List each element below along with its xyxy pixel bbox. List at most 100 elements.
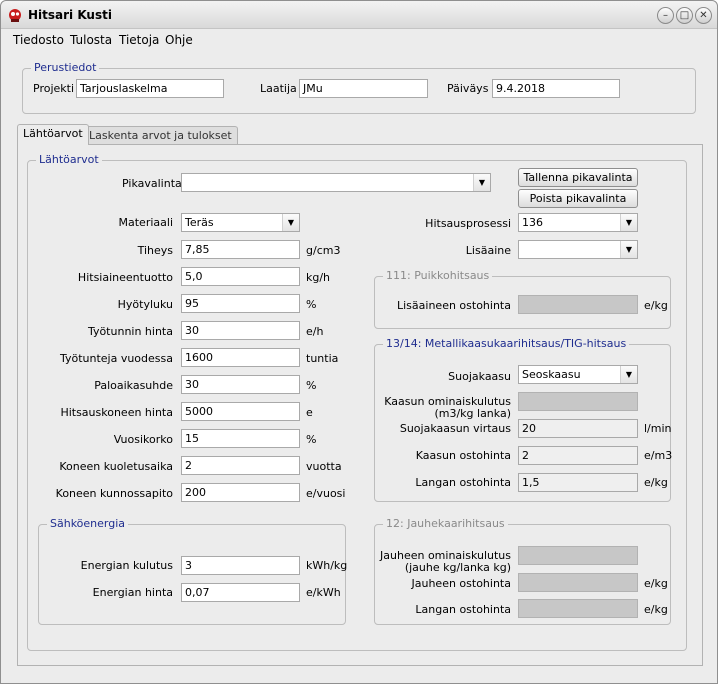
chevron-down-icon: ▼ (620, 241, 637, 258)
energian-hinta-input[interactable]: 0,07 (181, 583, 300, 602)
menu-tulosta[interactable]: Tulosta (70, 33, 112, 47)
projekti-input[interactable]: Tarjouslaskelma (76, 79, 224, 98)
hyotyluku-unit: % (306, 298, 317, 311)
menu-tiedosto[interactable]: Tiedosto (13, 33, 64, 47)
hitsauskoneen-hinta-label: Hitsauskoneen hinta (60, 406, 173, 419)
kuoletusaika-unit: vuotta (306, 460, 342, 473)
tyotunnin-hinta-unit: e/h (306, 325, 324, 338)
perustiedot-title: Perustiedot (31, 61, 100, 74)
close-button[interactable]: ✕ (695, 7, 712, 24)
maximize-button[interactable]: □ (676, 7, 693, 24)
puikko-lisaaine-unit: e/kg (644, 299, 668, 312)
materiaali-value: Teräs (185, 216, 214, 229)
suojakaasu-label: Suojakaasu (448, 370, 511, 383)
kaasu-hinta-label: Kaasun ostohinta (415, 449, 511, 462)
tab-lahtoarvot[interactable]: Lähtöarvot (17, 124, 89, 145)
mig-lanka-input[interactable]: 1,5 (518, 473, 638, 492)
mig-lanka-label: Langan ostohinta (415, 476, 511, 489)
hitsausprosessi-label: Hitsausprosessi (425, 217, 511, 230)
virtaus-unit: l/min (644, 422, 672, 435)
paivays-input[interactable]: 9.4.2018 (492, 79, 620, 98)
hitsausprosessi-value: 136 (522, 216, 543, 229)
hitsiaineentuotto-unit: kg/h (306, 271, 331, 284)
virtaus-input[interactable]: 20 (518, 419, 638, 438)
paivays-label: Päiväys (447, 82, 489, 95)
tyotunteja-unit: tuntia (306, 352, 339, 365)
jauhe-omkul-sublabel: (jauhe kg/lanka kg) (404, 561, 511, 574)
jauhe-lanka-unit: e/kg (644, 603, 668, 616)
paloaikasuhde-input[interactable]: 30 (181, 375, 300, 394)
hitsiaineentuotto-label: Hitsiaineentuotto (77, 271, 173, 284)
tyotunnin-hinta-input[interactable]: 30 (181, 321, 300, 340)
materiaali-select[interactable]: Teräs ▼ (181, 213, 300, 232)
suojakaasu-select[interactable]: Seoskaasu ▼ (518, 365, 638, 384)
pikavalinta-select[interactable]: ▼ (181, 173, 491, 192)
energian-kulutus-unit: kWh/kg (306, 559, 348, 572)
lahtoarvot-title: Lähtöarvot (36, 153, 102, 166)
kunnossapito-label: Koneen kunnossapito (55, 487, 173, 500)
mig-lanka-unit: e/kg (644, 476, 668, 489)
puikko-lisaaine-label: Lisäaineen ostohinta (397, 299, 511, 312)
delete-preset-button[interactable]: Poista pikavalinta (518, 189, 638, 208)
chevron-down-icon: ▼ (473, 174, 490, 191)
jauhe-hinta-input[interactable] (518, 573, 638, 592)
laatija-input[interactable]: JMu (299, 79, 428, 98)
vuosikorko-unit: % (306, 433, 317, 446)
title-bar[interactable]: Hitsari Kusti – □ ✕ (1, 1, 717, 29)
kuoletusaika-input[interactable]: 2 (181, 456, 300, 475)
hitsausprosessi-select[interactable]: 136 ▼ (518, 213, 638, 232)
jauhe-lanka-input[interactable] (518, 599, 638, 618)
hitsiaineentuotto-input[interactable]: 5,0 (181, 267, 300, 286)
hyotyluku-label: Hyötyluku (117, 298, 173, 311)
lisaaine-select[interactable]: ▼ (518, 240, 638, 259)
jauhe-omkul-input[interactable] (518, 546, 638, 565)
lisaaine-label: Lisäaine (465, 244, 511, 257)
suojakaasu-value: Seoskaasu (522, 368, 581, 381)
menu-tietoja[interactable]: Tietoja (119, 33, 159, 47)
save-preset-button[interactable]: Tallenna pikavalinta (518, 168, 638, 187)
kaasu-hinta-input[interactable]: 2 (518, 446, 638, 465)
hyotyluku-input[interactable]: 95 (181, 294, 300, 313)
energian-kulutus-input[interactable]: 3 (181, 556, 300, 575)
kaasu-omkul-sublabel: (m3/kg lanka) (434, 407, 511, 420)
window-title: Hitsari Kusti (28, 8, 112, 22)
sahko-title: Sähköenergia (47, 517, 129, 530)
paloaikasuhde-label: Paloaikasuhde (94, 379, 173, 392)
hitsauskoneen-hinta-unit: e (306, 406, 313, 419)
tyotunteja-input[interactable]: 1600 (181, 348, 300, 367)
vuosikorko-label: Vuosikorko (113, 433, 173, 446)
tiheys-input[interactable]: 7,85 (181, 240, 300, 259)
vuosikorko-input[interactable]: 15 (181, 429, 300, 448)
laatija-label: Laatija (260, 82, 297, 95)
materiaali-label: Materiaali (118, 216, 173, 229)
pikavalinta-label: Pikavalinta (122, 177, 182, 190)
mig-title: 13/14: Metallikaasukaarihitsaus/TIG-hits… (383, 337, 630, 350)
tyotunnin-hinta-label: Työtunnin hinta (87, 325, 173, 338)
kaasu-hinta-unit: e/m3 (644, 449, 673, 462)
tyotunteja-label: Työtunteja vuodessa (59, 352, 173, 365)
energian-hinta-label: Energian hinta (92, 586, 173, 599)
app-window: Hitsari Kusti – □ ✕ Tiedosto Tulosta Tie… (0, 0, 718, 684)
chevron-down-icon: ▼ (620, 214, 637, 231)
kunnossapito-unit: e/vuosi (306, 487, 346, 500)
virtaus-label: Suojakaasun virtaus (399, 422, 511, 435)
tiheys-unit: g/cm3 (306, 244, 341, 257)
welding-mask-icon (9, 9, 21, 22)
tab-laskenta[interactable]: Laskenta arvot ja tulokset (83, 126, 238, 146)
projekti-label: Projekti (33, 82, 75, 95)
kuoletusaika-label: Koneen kuoletusaika (59, 460, 173, 473)
paloaikasuhde-unit: % (306, 379, 317, 392)
kunnossapito-input[interactable]: 200 (181, 483, 300, 502)
jauhe-hinta-label: Jauheen ostohinta (411, 577, 512, 590)
kaasu-omkul-input[interactable] (518, 392, 638, 411)
puikko-lisaaine-input[interactable] (518, 295, 638, 314)
puikko-title: 111: Puikkohitsaus (383, 269, 493, 282)
menu-bar: Tiedosto Tulosta Tietoja Ohje (1, 30, 717, 52)
menu-ohje[interactable]: Ohje (165, 33, 193, 47)
hitsauskoneen-hinta-input[interactable]: 5000 (181, 402, 300, 421)
energian-hinta-unit: e/kWh (306, 586, 341, 599)
minimize-button[interactable]: – (657, 7, 674, 24)
energian-kulutus-label: Energian kulutus (80, 559, 173, 572)
jauhe-lanka-label: Langan ostohinta (415, 603, 511, 616)
jauhe-title: 12: Jauhekaarihitsaus (383, 517, 508, 530)
